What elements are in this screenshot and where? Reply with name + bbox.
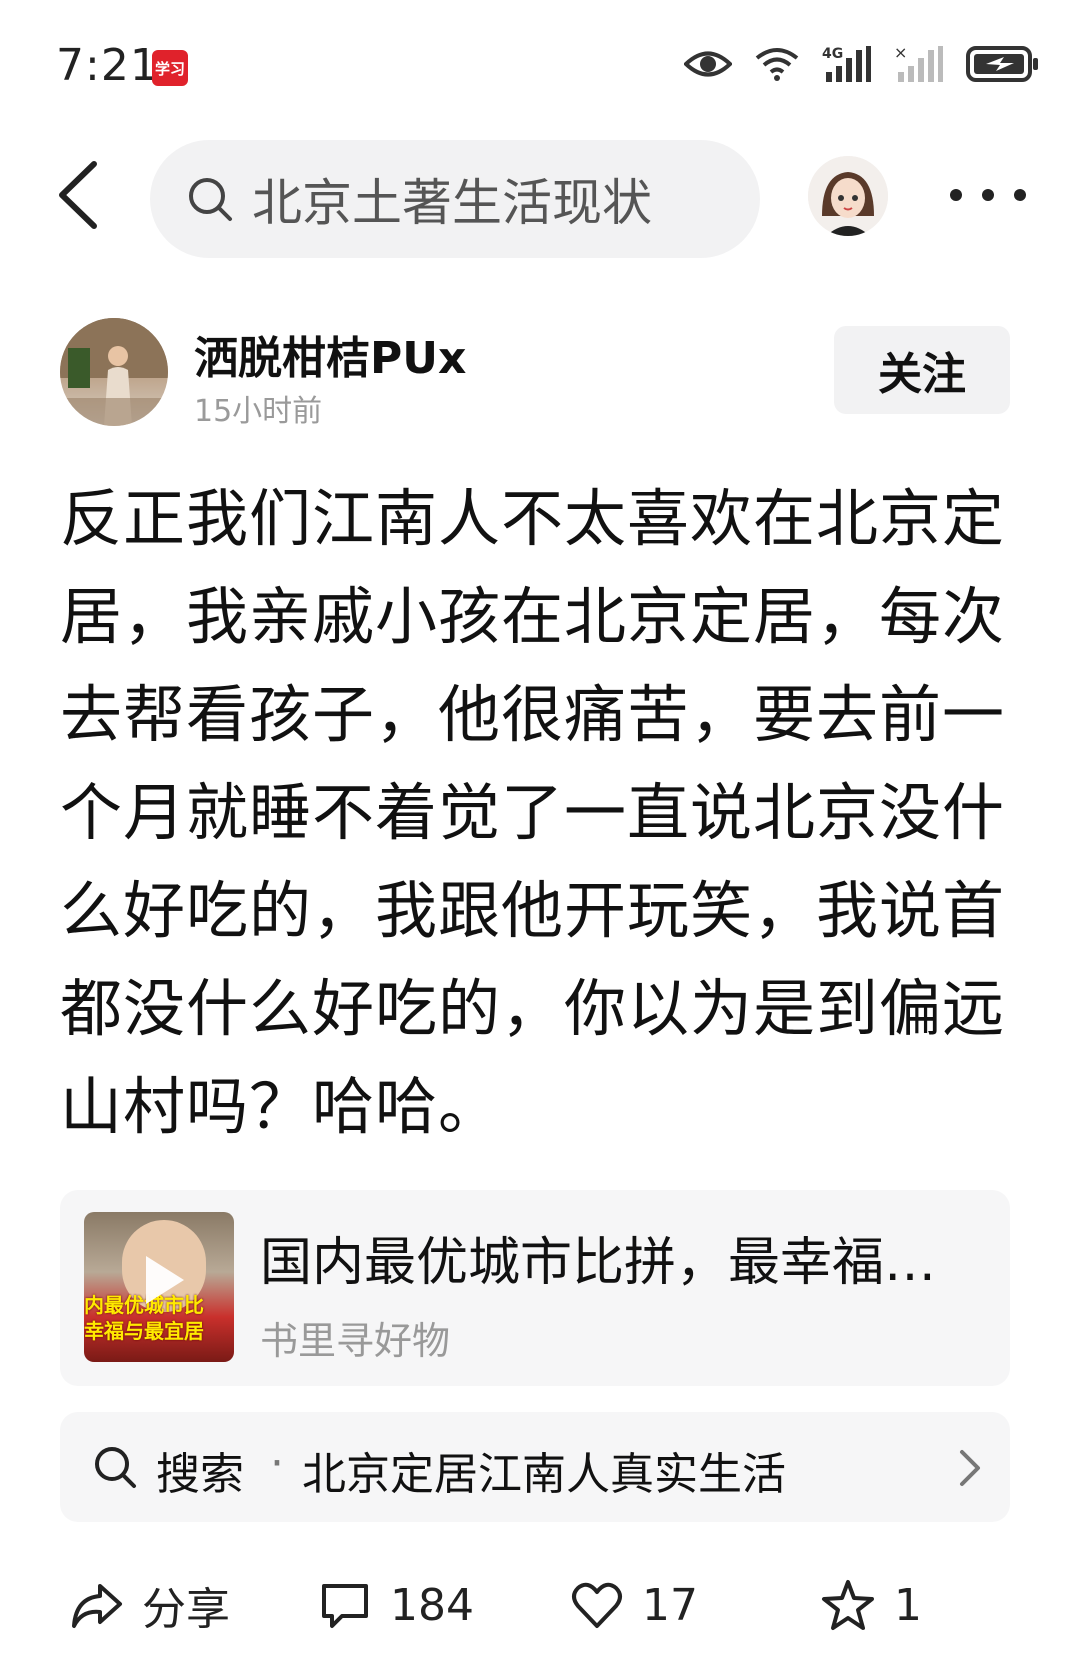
- search-suggestion[interactable]: 搜索 · 北京定居江南人真实生活: [60, 1412, 1010, 1522]
- video-title: 国内最优城市比拼，最幸福…: [260, 1233, 937, 1293]
- thumbnail-caption-line2: 幸福与最宜居: [84, 1319, 204, 1343]
- eye-icon: [684, 51, 732, 77]
- signal-4g-icon: 4G: [822, 46, 871, 82]
- post-time: 15小时前: [194, 394, 323, 429]
- avatar-icon: [808, 156, 888, 236]
- chevron-left-icon: [59, 161, 97, 229]
- favorite-button[interactable]: 1: [820, 1560, 922, 1650]
- search-icon: [189, 178, 232, 221]
- wifi-icon: [755, 48, 799, 81]
- author-avatar[interactable]: [60, 318, 168, 426]
- share-button[interactable]: 分享: [70, 1560, 230, 1650]
- like-count: 17: [642, 1579, 698, 1631]
- comment-icon: [322, 1584, 368, 1628]
- status-time: 7:21: [56, 40, 159, 91]
- follow-button[interactable]: 关注: [834, 326, 1010, 414]
- star-icon: [822, 1580, 874, 1630]
- status-icons: 4G ×: [684, 44, 1040, 84]
- network-label: 4G: [822, 46, 843, 62]
- top-nav: 北京土著生活现状: [0, 130, 1080, 260]
- favorite-count: 1: [894, 1579, 922, 1631]
- more-options-button[interactable]: [944, 170, 1034, 220]
- battery-charging-icon: [966, 46, 1038, 82]
- post-text: 反正我们江南人不太喜欢在北京定居，我亲戚小孩在北京定居，每次去帮看孩子，他很痛苦…: [60, 482, 1006, 1143]
- author-photo-icon: [60, 318, 168, 426]
- comment-button[interactable]: 184: [318, 1560, 474, 1650]
- search-suggestion-separator: ·: [270, 1438, 284, 1489]
- share-label: 分享: [142, 1584, 230, 1635]
- app-badge-icon: 学习: [152, 50, 188, 86]
- search-input[interactable]: 北京土著生活现状: [150, 140, 760, 258]
- play-icon: [146, 1256, 184, 1304]
- more-icon: [950, 189, 1026, 201]
- back-button[interactable]: [50, 160, 110, 230]
- search-suggestion-query: 北京定居江南人真实生活: [302, 1449, 786, 1500]
- user-avatar[interactable]: [808, 156, 888, 236]
- action-bar: 分享 184 17 1: [0, 1560, 1080, 1650]
- author-header: 洒脱柑桔PUx 15小时前 关注: [60, 318, 1020, 429]
- svg-text:×: ×: [894, 44, 907, 62]
- search-query-text: 北京土著生活现状: [252, 174, 652, 232]
- status-bar: 7:21 学习 4G ×: [0, 0, 1080, 120]
- comment-count: 184: [390, 1579, 474, 1631]
- heart-icon: [572, 1582, 622, 1628]
- video-thumbnail: 内最优城市比 幸福与最宜居: [84, 1212, 234, 1362]
- chevron-right-icon: [960, 1450, 980, 1486]
- search-icon: [95, 1447, 136, 1488]
- video-source: 书里寻好物: [260, 1319, 451, 1363]
- related-video-card[interactable]: 内最优城市比 幸福与最宜居 国内最优城市比拼，最幸福… 书里寻好物: [60, 1190, 1010, 1386]
- signal-no-service-icon: ×: [894, 44, 943, 82]
- like-button[interactable]: 17: [570, 1560, 698, 1650]
- search-suggestion-label: 搜索: [156, 1449, 244, 1500]
- author-name[interactable]: 洒脱柑桔PUx: [194, 322, 466, 386]
- share-icon: [72, 1584, 122, 1628]
